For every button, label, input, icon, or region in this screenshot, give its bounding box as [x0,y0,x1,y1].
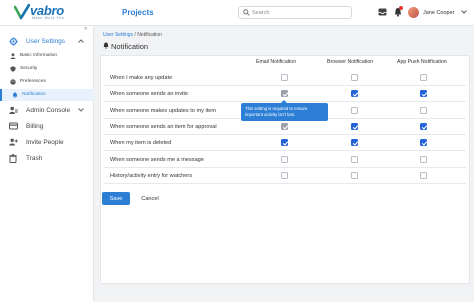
sidebar-item-notification[interactable]: Notification [0,89,94,101]
table-row: When someone sends me a message [104,152,466,168]
search-input[interactable] [252,8,348,17]
column-header-browser: Browser Notification [327,59,374,65]
sidebar-item-label: Basic Information [20,53,58,58]
sidebar-item-billing[interactable]: Billing [0,120,94,133]
browser-notification-checkbox[interactable] [351,155,358,163]
table-row: When I make any update [104,70,466,86]
row-label: When my item is deleted [110,140,172,147]
search-box[interactable] [238,6,352,19]
push-notification-checkbox[interactable] [420,139,428,147]
column-header-push: App Push Notification [397,59,447,65]
column-header-email: Email Notification [256,59,297,65]
chevron-down-icon[interactable] [78,108,84,112]
push-notification-checkbox[interactable] [420,122,428,130]
row-label: When someone sends me a message [110,156,204,163]
row-label: History/activity entry for watchers [110,172,193,179]
chevron-down-icon[interactable] [461,10,467,14]
sidebar-item-security[interactable]: Security [0,63,94,75]
required-setting-tooltip: This setting is required to ensure impor… [241,103,328,121]
logo-tagline: Make Work Fun [32,16,65,20]
email-notification-checkbox[interactable] [281,155,288,163]
save-button[interactable]: Save [102,192,130,205]
search-icon [243,9,250,16]
app-title[interactable]: Projects [122,8,154,17]
sidebar-item-preferences[interactable]: Preferences [0,76,94,88]
person-icon [10,53,16,59]
push-notification-checkbox[interactable] [420,74,427,81]
avatar[interactable] [408,7,419,18]
palette-icon [10,79,16,85]
push-notification-checkbox[interactable] [420,155,427,163]
browser-notification-checkbox[interactable] [351,139,359,147]
sidebar-item-trash[interactable]: Trash [0,152,94,165]
sidebar-item-user-settings[interactable]: User Settings [0,35,94,48]
browser-notification-checkbox[interactable] [351,122,359,130]
browser-notification-checkbox[interactable] [351,74,358,81]
trash-icon [9,154,17,163]
collapse-sidebar-icon[interactable]: « [84,26,87,32]
breadcrumb: User Settings / Notification [103,32,162,38]
vabro-logo-mark-icon [14,4,30,20]
card-icon [9,122,18,130]
cancel-button[interactable]: Cancel [134,192,166,205]
sidebar-item-label: User Settings [26,38,66,45]
admin-icon [9,106,18,114]
browser-notification-checkbox[interactable] [351,171,358,179]
top-bar: vabro Make Work Fun Projects Jane Cooper [0,0,474,26]
table-row: When my item is deleted [104,135,466,152]
sidebar: « User Settings Basic Information Securi… [0,26,94,302]
push-notification-checkbox[interactable] [420,90,428,98]
email-notification-checkbox [281,122,289,130]
sidebar-item-label: Admin Console [26,107,71,114]
row-label: When someone makes updates to my item [110,107,217,114]
sidebar-item-label: Preferences [20,79,46,84]
notification-dot [399,6,403,10]
email-notification-checkbox[interactable] [281,171,288,179]
email-notification-checkbox[interactable] [281,74,288,81]
breadcrumb-link-user-settings[interactable]: User Settings [103,32,133,38]
table-row: History/activity entry for watchers [104,168,466,184]
sidebar-item-label: Notification [22,92,46,97]
page-title: Notification [111,42,149,51]
sidebar-item-label: Billing [26,123,44,130]
sidebar-item-admin-console[interactable]: Admin Console [0,104,94,117]
bell-icon [12,92,18,98]
row-label: When someone sends an invite [110,91,189,98]
email-notification-checkbox [281,90,289,98]
push-notification-checkbox[interactable] [420,106,427,114]
add-person-icon [9,138,18,146]
sidebar-item-invite-people[interactable]: Invite People [0,136,94,149]
vabro-logo[interactable]: vabro Make Work Fun [14,3,84,23]
email-notification-checkbox[interactable] [281,139,289,147]
shield-icon [10,66,16,72]
browser-notification-checkbox[interactable] [351,90,359,98]
sidebar-item-label: Trash [26,155,43,162]
inbox-icon[interactable] [378,8,387,16]
sidebar-item-label: Security [20,66,38,71]
breadcrumb-current: Notification [137,32,162,38]
table-row: When someone sends an item for approval [104,119,466,135]
user-name[interactable]: Jane Cooper [423,10,455,16]
row-label: When I make any update [110,75,173,81]
sidebar-item-label: Invite People [26,139,64,146]
push-notification-checkbox[interactable] [420,171,427,179]
sidebar-item-basic-information[interactable]: Basic Information [0,50,94,62]
bell-icon [103,42,109,49]
chevron-up-icon[interactable] [78,39,84,43]
browser-notification-checkbox[interactable] [351,106,358,114]
gear-icon [9,37,18,46]
row-label: When someone sends an item for approval [110,123,217,130]
